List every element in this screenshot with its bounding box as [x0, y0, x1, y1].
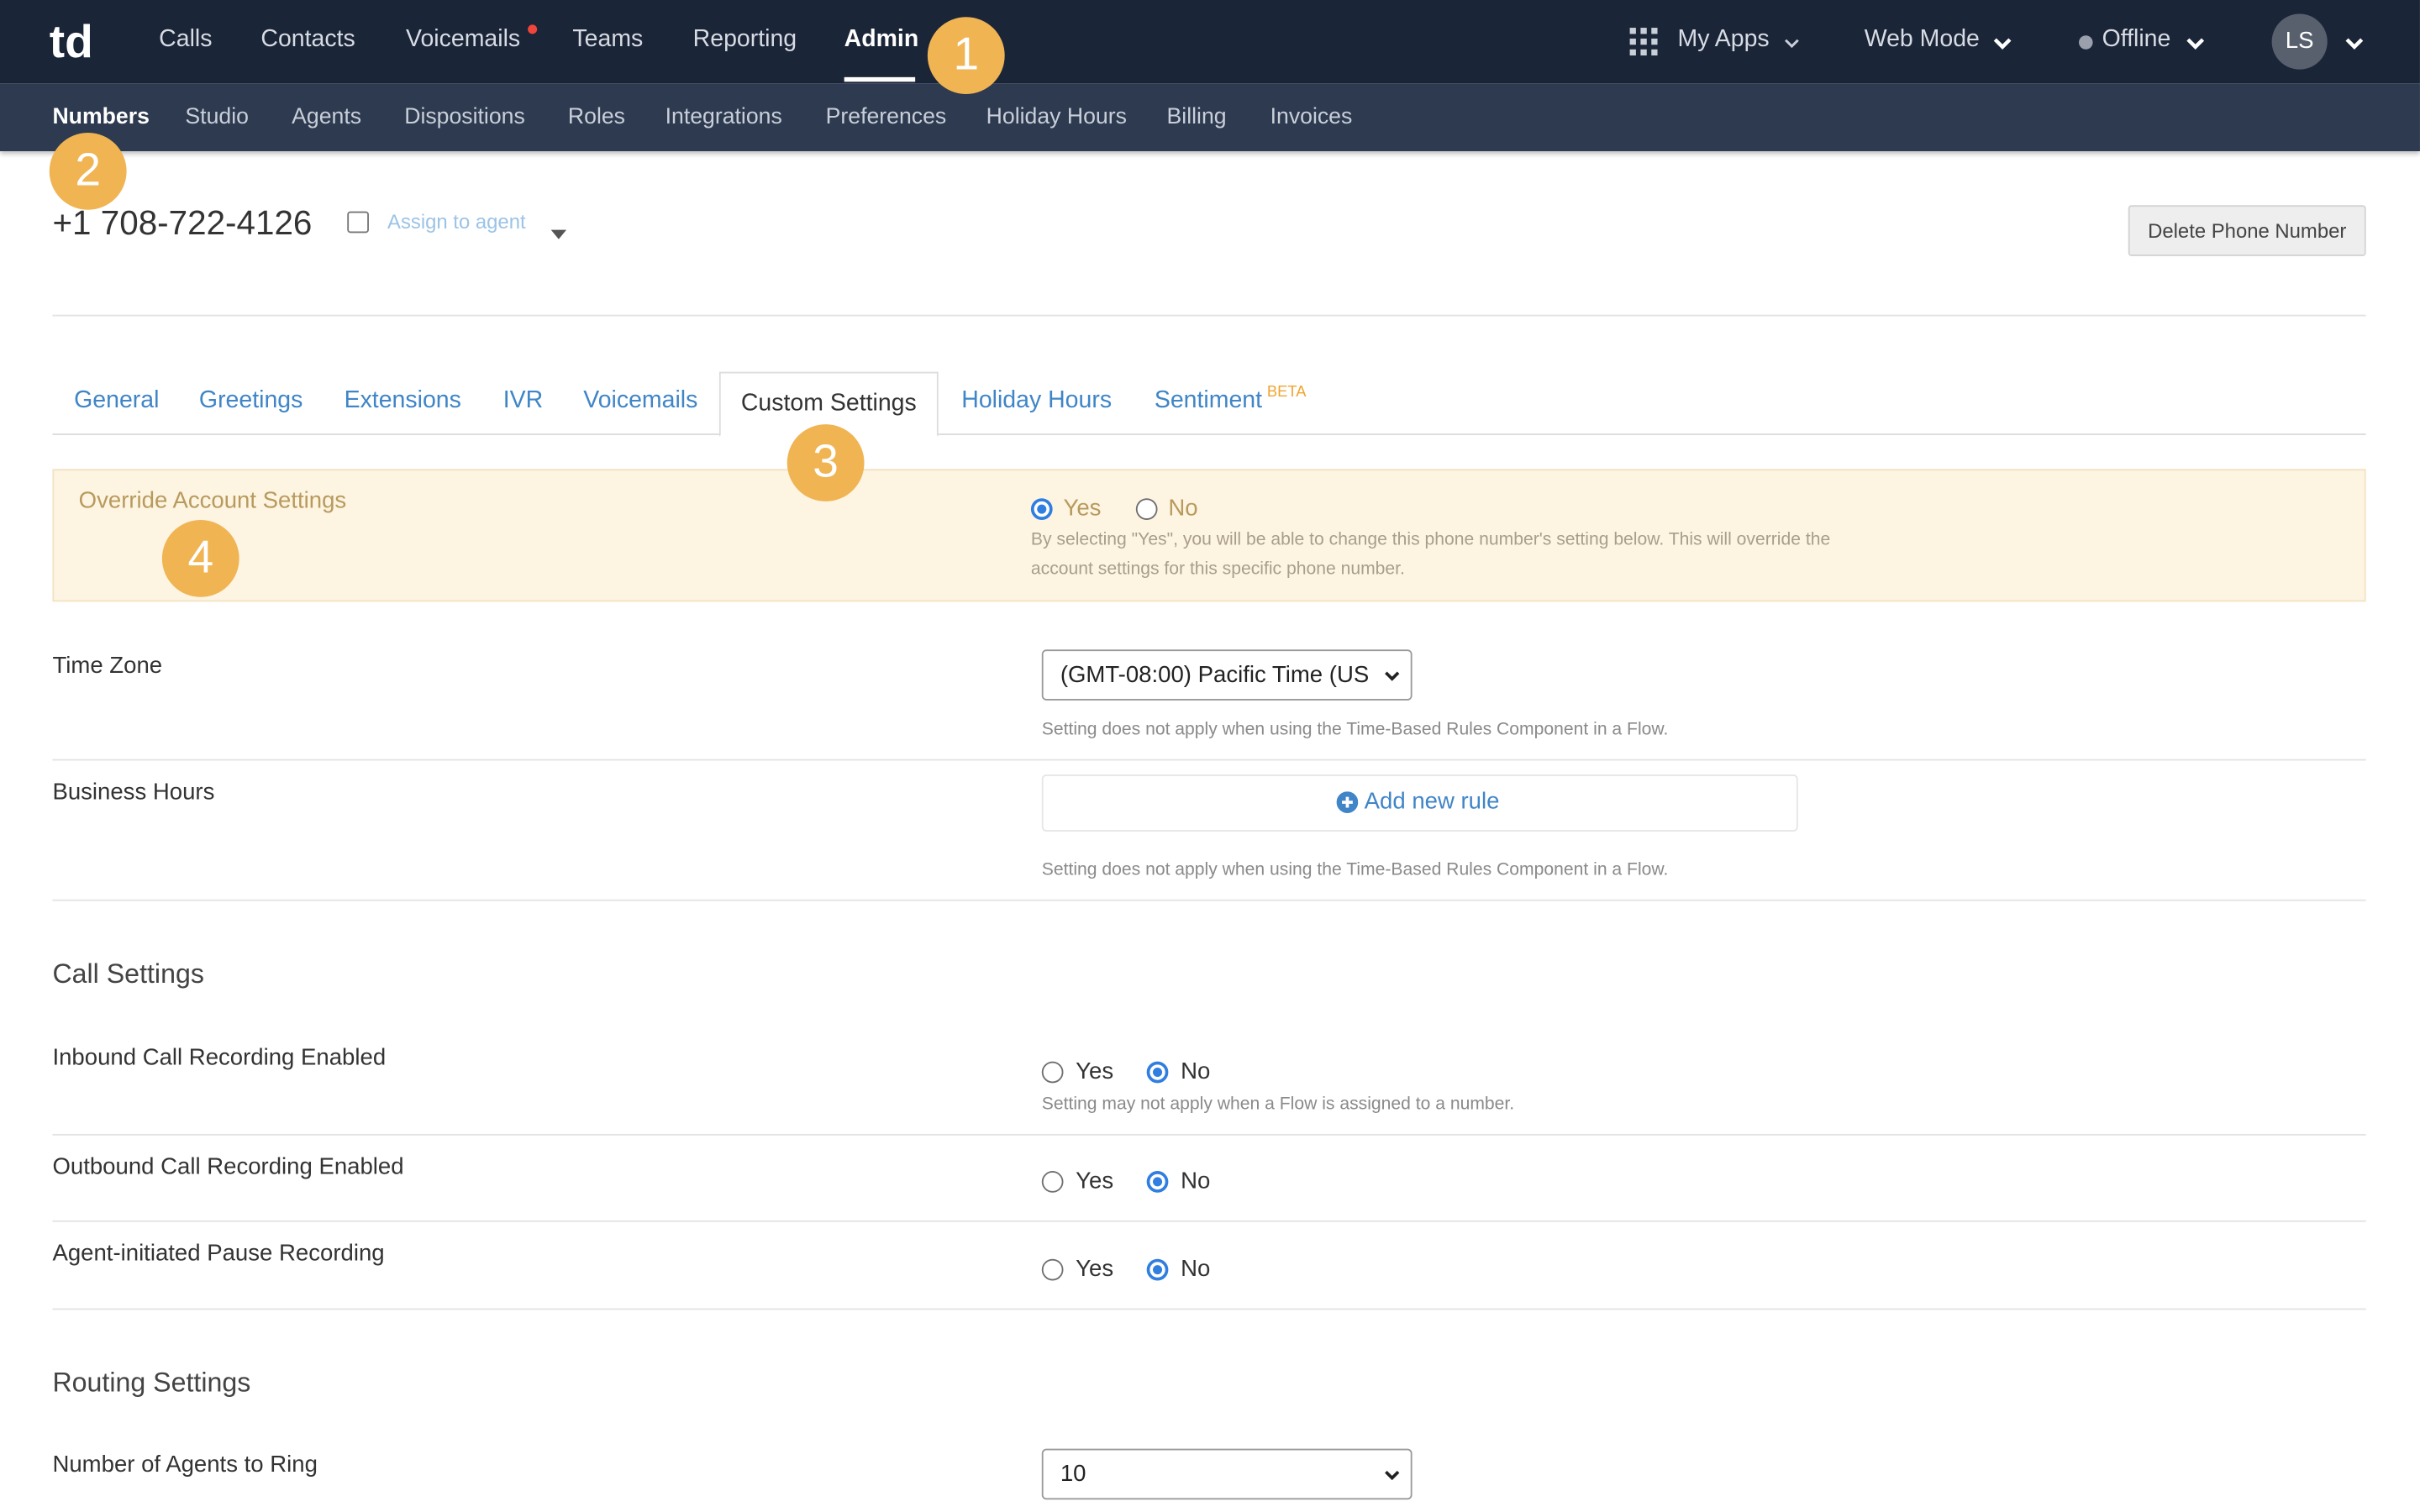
divider — [52, 314, 2366, 317]
inbound-recording-no-label[interactable]: No — [1181, 1058, 1210, 1084]
app-stage: td Calls Contacts Voicemails Teams Repor… — [0, 0, 2420, 1512]
subnav-billing[interactable]: Billing — [1167, 105, 1227, 129]
tab-general[interactable]: General — [74, 387, 159, 415]
inbound-recording-help: Setting may not apply when a Flow is ass… — [1041, 1095, 1515, 1115]
tab-extensions[interactable]: Extensions — [345, 387, 461, 415]
active-nav-underline — [844, 76, 916, 82]
outbound-recording-yes-radio[interactable] — [1041, 1171, 1064, 1193]
chevron-down-icon[interactable] — [1992, 34, 2012, 52]
override-yes-label[interactable]: Yes — [1063, 496, 1101, 522]
agents-to-ring-select[interactable]: 10 — [1041, 1448, 1413, 1500]
plus-circle-icon[interactable] — [1336, 791, 1359, 813]
pause-recording-no-label[interactable]: No — [1181, 1256, 1210, 1282]
agents-to-ring-value: 10 — [1060, 1461, 1086, 1488]
tab-holiday-hours[interactable]: Holiday Hours — [961, 387, 1112, 415]
apps-grid-icon[interactable] — [1629, 28, 1658, 56]
subnav-agents[interactable]: Agents — [292, 105, 361, 129]
outbound-recording-no-label[interactable]: No — [1181, 1168, 1210, 1194]
web-mode-menu[interactable]: Web Mode — [1865, 26, 1980, 54]
step-marker-2: 2 — [49, 132, 127, 210]
divider — [52, 759, 2366, 761]
nav-teams[interactable]: Teams — [572, 26, 643, 54]
beta-badge: BETA — [1266, 384, 1307, 402]
subnav-holiday-hours[interactable]: Holiday Hours — [986, 105, 1127, 129]
talkdesk-logo[interactable]: td — [50, 15, 99, 67]
delete-phone-number-button[interactable]: Delete Phone Number — [2128, 205, 2366, 256]
nav-contacts[interactable]: Contacts — [260, 26, 355, 54]
inbound-recording-yes-label[interactable]: Yes — [1076, 1058, 1113, 1084]
subnav-integrations[interactable]: Integrations — [666, 105, 782, 129]
subnav-invoices[interactable]: Invoices — [1270, 105, 1353, 129]
chevron-down-icon[interactable] — [1784, 35, 1799, 50]
top-navigation-bar: td Calls Contacts Voicemails Teams Repor… — [0, 0, 2420, 84]
outbound-recording-label: Outbound Call Recording Enabled — [52, 1153, 404, 1181]
assign-to-agent-label[interactable]: Assign to agent — [387, 210, 526, 234]
inbound-recording-no-radio[interactable] — [1146, 1061, 1169, 1084]
divider — [52, 899, 2366, 901]
inbound-recording-label: Inbound Call Recording Enabled — [52, 1044, 387, 1071]
divider — [52, 1220, 2366, 1222]
admin-sub-navigation: Numbers Studio Agents Dispositions Roles… — [0, 83, 2420, 151]
divider — [52, 1308, 2366, 1310]
nav-calls[interactable]: Calls — [159, 26, 212, 54]
override-yes-radio[interactable] — [1030, 498, 1053, 520]
chevron-down-icon — [1385, 1470, 1400, 1481]
chevron-down-icon[interactable] — [2344, 34, 2365, 52]
pause-recording-yes-radio[interactable] — [1041, 1258, 1064, 1281]
my-apps-menu[interactable]: My Apps — [1677, 26, 1769, 54]
override-help-text-line-2: account settings for this specific phone… — [1030, 559, 1405, 579]
pause-recording-label: Agent-initiated Pause Recording — [52, 1240, 385, 1267]
chevron-down-icon[interactable] — [2186, 34, 2206, 52]
time-zone-help: Setting does not apply when using the Ti… — [1041, 720, 1669, 739]
outbound-recording-yes-label[interactable]: Yes — [1076, 1168, 1113, 1194]
voicemail-notification-dot — [528, 24, 538, 34]
business-hours-help: Setting does not apply when using the Ti… — [1041, 860, 1669, 879]
step-marker-4: 4 — [161, 519, 239, 597]
user-avatar[interactable]: LS — [2271, 13, 2328, 70]
chevron-down-icon — [1385, 671, 1400, 681]
step-marker-1: 1 — [927, 17, 1005, 95]
override-no-label[interactable]: No — [1168, 496, 1197, 522]
agents-to-ring-label: Number of Agents to Ring — [52, 1452, 318, 1478]
time-zone-value: (GMT-08:00) Pacific Time (US — [1060, 661, 1370, 689]
assign-to-agent-checkbox[interactable] — [347, 211, 369, 234]
step-marker-3: 3 — [786, 424, 865, 501]
nav-admin[interactable]: Admin — [844, 26, 919, 54]
tab-voicemails[interactable]: Voicemails — [583, 387, 697, 415]
pause-recording-no-radio[interactable] — [1146, 1258, 1169, 1281]
tab-ivr[interactable]: IVR — [503, 387, 543, 415]
tab-greetings[interactable]: Greetings — [199, 387, 302, 415]
subnav-studio[interactable]: Studio — [185, 105, 249, 129]
svg-text:td: td — [50, 15, 93, 67]
routing-settings-heading: Routing Settings — [52, 1367, 251, 1399]
tabs-baseline — [52, 433, 2366, 435]
call-settings-heading: Call Settings — [52, 958, 204, 990]
inbound-recording-yes-radio[interactable] — [1041, 1061, 1064, 1084]
pause-recording-yes-label[interactable]: Yes — [1076, 1256, 1113, 1282]
agent-status-menu[interactable]: Offline — [2102, 26, 2171, 54]
add-new-rule-label[interactable]: Add new rule — [1365, 789, 1500, 815]
time-zone-label: Time Zone — [52, 652, 163, 680]
caret-down-icon[interactable] — [550, 229, 567, 239]
time-zone-select[interactable]: (GMT-08:00) Pacific Time (US — [1041, 649, 1413, 701]
outbound-recording-no-radio[interactable] — [1146, 1171, 1169, 1193]
subnav-roles[interactable]: Roles — [568, 105, 625, 129]
override-no-radio[interactable] — [1135, 498, 1158, 520]
tab-sentiment[interactable]: Sentiment — [1155, 387, 1262, 415]
subnav-dispositions[interactable]: Dispositions — [404, 105, 525, 129]
subnav-numbers[interactable]: Numbers — [52, 105, 149, 129]
override-help-text-line-1: By selecting "Yes", you will be able to … — [1030, 530, 1831, 549]
nav-reporting[interactable]: Reporting — [693, 26, 797, 54]
subnav-preferences[interactable]: Preferences — [826, 105, 947, 129]
status-indicator-dot — [2079, 35, 2093, 50]
divider — [52, 1133, 2366, 1136]
override-account-settings-label: Override Account Settings — [78, 487, 347, 514]
business-hours-label: Business Hours — [52, 779, 215, 806]
nav-voicemails[interactable]: Voicemails — [406, 26, 520, 54]
